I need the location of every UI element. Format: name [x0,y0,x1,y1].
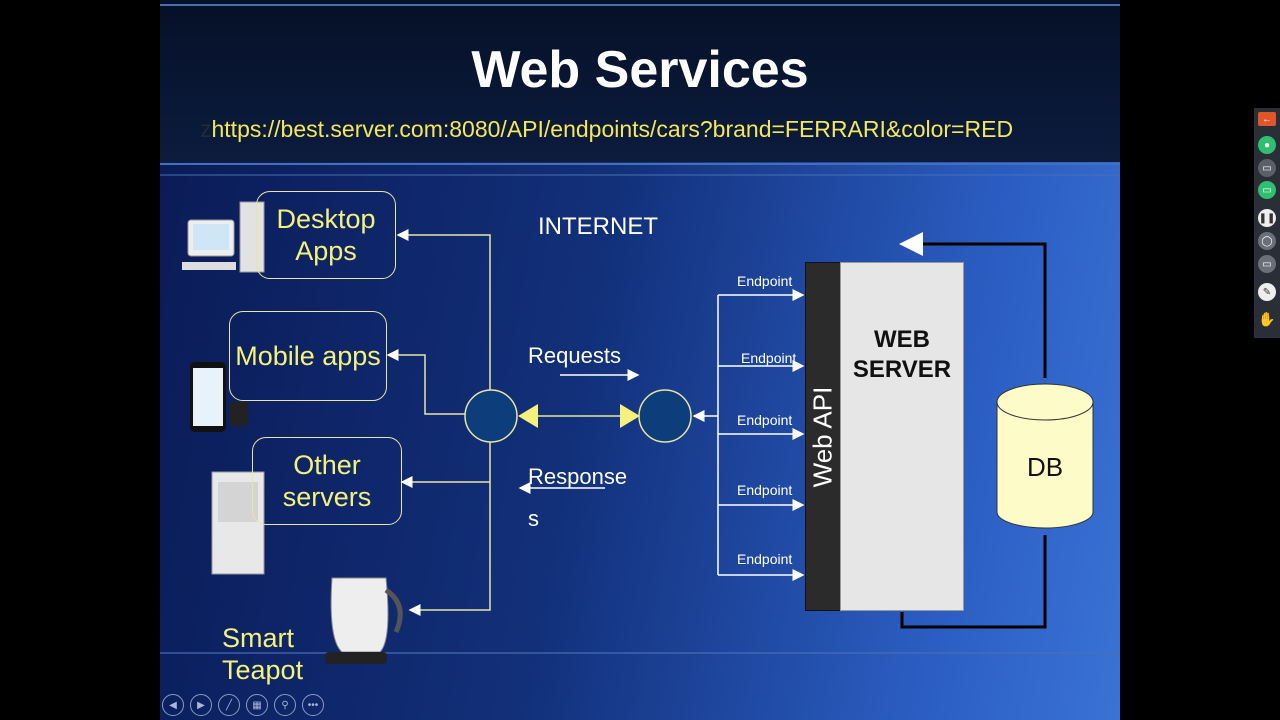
arrowhead-left [518,404,538,428]
back-arrow-icon[interactable]: ← [1258,112,1276,126]
line-other [400,440,491,488]
endpoint-label: Endpoint [737,482,793,498]
client-other-servers: Other servers [252,437,402,525]
zoom-icon[interactable]: ⚲ [274,694,296,716]
desktop-computer-icon [182,201,265,273]
mouse-icon[interactable]: ◯ [1258,232,1276,250]
responses-label: Response s [528,464,628,531]
internet-label: INTERNET [538,213,658,240]
endpoint-label: Endpoint [737,273,793,289]
client-mobile-apps: Mobile apps [229,311,387,401]
more-icon[interactable]: ••• [302,694,324,716]
presentation-slide: Web Services zhttps://best.server.com:80… [160,0,1120,720]
line-desktop [396,229,491,390]
screen-share-icon[interactable]: ▭ [1258,181,1276,199]
endpoint-label: Endpoint [741,350,797,366]
kettle-icon [325,577,403,664]
server-node [638,389,692,443]
pause-icon[interactable]: ❚❚ [1258,209,1276,227]
slideshow-controls: ◀ ▶ ╱ ▦ ⚲ ••• [162,694,324,716]
slides-grid-icon[interactable]: ▦ [246,694,268,716]
line-teapot [408,482,491,616]
meeting-toolbar: ← ● ▭ ▭ ❚❚ ◯ ▭ ✎ ✋ [1254,108,1280,338]
pen-icon[interactable]: ╱ [218,694,240,716]
web-server-box: WEB SERVER [840,262,964,611]
arrowhead-right [620,404,640,428]
endpoint-label: Endpoint [737,551,793,567]
endpoint-label: Endpoint [737,412,793,428]
annotate-icon[interactable]: ▭ [1258,255,1276,273]
microphone-icon[interactable]: ● [1258,136,1276,154]
web-server-label: WEB SERVER [852,326,952,383]
db-label: DB [1026,452,1064,482]
previous-icon[interactable]: ◀ [162,694,184,716]
client-desktop-apps: Desktop Apps [256,191,396,279]
web-api-label: Web API [807,386,838,487]
client-node [464,389,518,443]
line-mobile [386,349,465,415]
web-api-layer: Web API [805,262,841,611]
next-icon[interactable]: ▶ [190,694,212,716]
client-smart-teapot: Smart Teapot [222,623,304,685]
requests-label: Requests [528,343,621,368]
hand-icon[interactable]: ✋ [1258,310,1276,328]
pencil-icon[interactable]: ✎ [1258,283,1276,301]
camera-icon[interactable]: ▭ [1258,159,1276,177]
